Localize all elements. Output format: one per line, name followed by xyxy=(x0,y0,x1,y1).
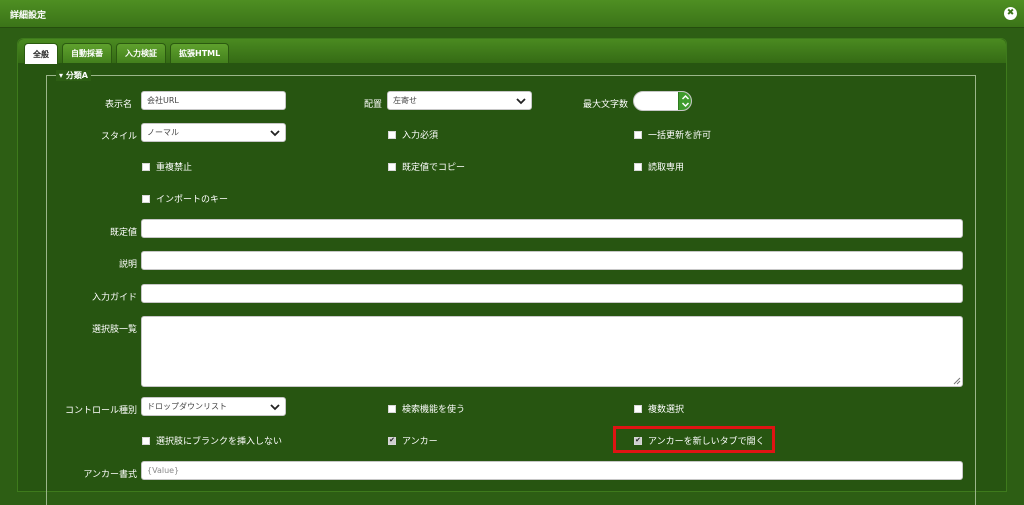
tab-general[interactable]: 全般 xyxy=(24,43,58,64)
checkmark-icon[interactable]: ✔ xyxy=(388,436,396,445)
checkbox-box[interactable] xyxy=(634,404,642,413)
default-value-label: 既定値 xyxy=(109,228,137,238)
input-guide-input[interactable] xyxy=(141,284,963,303)
chevron-down-icon xyxy=(516,98,526,105)
import-key-checkbox[interactable]: インポートのキー xyxy=(142,192,228,205)
checkbox-box[interactable] xyxy=(388,130,396,139)
checkbox-box[interactable] xyxy=(142,436,150,445)
resize-handle-icon[interactable] xyxy=(953,377,961,385)
spinner-buttons[interactable] xyxy=(678,92,691,110)
tab-bar: 全般 自動採番 入力検証 拡張HTML xyxy=(18,39,1006,64)
anchor-checkbox[interactable]: ✔ アンカー xyxy=(388,434,438,447)
dialog-titlebar: 詳細設定 ✖ xyxy=(0,0,1024,28)
checkbox-box[interactable] xyxy=(388,404,396,413)
display-name-label: 表示名 xyxy=(104,100,132,110)
close-icon[interactable]: ✖ xyxy=(1004,7,1017,20)
style-select[interactable]: ノーマル xyxy=(141,123,286,142)
choices-label: 選択肢一覧 xyxy=(91,325,137,335)
anchor-format-input[interactable]: {Value} xyxy=(141,461,963,480)
required-checkbox[interactable]: 入力必須 xyxy=(388,128,438,141)
layout-select[interactable]: 左寄せ xyxy=(387,91,532,110)
checkbox-box[interactable] xyxy=(634,162,642,171)
readonly-checkbox[interactable]: 読取専用 xyxy=(634,160,684,173)
max-chars-label: 最大文字数 xyxy=(582,100,628,110)
bulk-update-checkbox[interactable]: 一括更新を許可 xyxy=(634,128,711,141)
description-label: 説明 xyxy=(118,260,137,270)
control-type-label: コントロール種別 xyxy=(64,406,137,416)
checkbox-box[interactable] xyxy=(388,162,396,171)
anchor-new-tab-checkbox[interactable]: ✔ アンカーを新しいタブで開く xyxy=(634,434,765,447)
spinner-arrows-icon xyxy=(681,94,690,108)
default-value-input[interactable] xyxy=(141,219,963,238)
multi-select-checkbox[interactable]: 複数選択 xyxy=(634,402,684,415)
chevron-down-icon xyxy=(270,130,280,137)
no-duplicates-checkbox[interactable]: 重複禁止 xyxy=(142,160,192,173)
tab-auto-numbering[interactable]: 自動採番 xyxy=(62,43,112,63)
no-blank-choice-checkbox[interactable]: 選択肢にブランクを挿入しない xyxy=(142,434,282,447)
anchor-format-label: アンカー書式 xyxy=(83,470,137,480)
collapse-triangle-icon: ▾ xyxy=(59,71,64,80)
checkbox-box[interactable] xyxy=(142,162,150,171)
section-legend[interactable]: ▾ 分類A xyxy=(56,70,92,81)
display-name-input[interactable]: 会社URL xyxy=(141,91,286,110)
copy-default-checkbox[interactable]: 既定値でコピー xyxy=(388,160,465,173)
checkmark-icon[interactable]: ✔ xyxy=(634,436,642,445)
style-label: スタイル xyxy=(100,132,137,142)
input-guide-label: 入力ガイド xyxy=(91,293,137,303)
control-type-select[interactable]: ドロップダウンリスト xyxy=(141,397,286,416)
chevron-down-icon xyxy=(270,404,280,411)
use-search-checkbox[interactable]: 検索機能を使う xyxy=(388,402,465,415)
max-chars-spinner[interactable] xyxy=(633,91,692,111)
tab-input-validation[interactable]: 入力検証 xyxy=(116,43,166,63)
checkbox-box[interactable] xyxy=(142,194,150,203)
tab-extended-html[interactable]: 拡張HTML xyxy=(170,43,230,63)
dialog-title: 詳細設定 xyxy=(10,11,47,21)
layout-label: 配置 xyxy=(363,100,382,110)
choices-textarea[interactable] xyxy=(141,316,963,387)
checkbox-box[interactable] xyxy=(634,130,642,139)
description-input[interactable] xyxy=(141,251,963,270)
